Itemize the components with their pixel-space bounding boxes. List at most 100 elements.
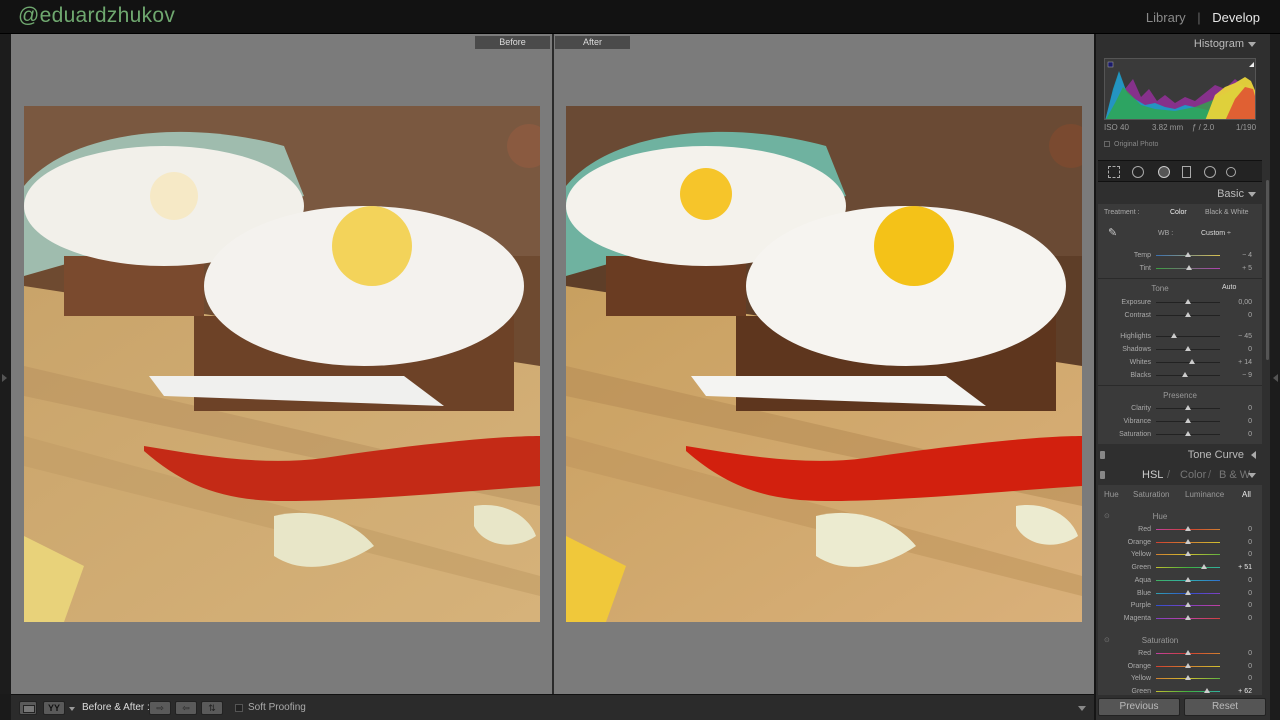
basic-header[interactable]: Basic bbox=[1096, 184, 1262, 204]
slider-value[interactable]: + 5 bbox=[1222, 265, 1252, 272]
slider-track[interactable] bbox=[1156, 362, 1220, 363]
right-panel-collapse[interactable] bbox=[1270, 34, 1280, 720]
before-after-mode-button[interactable]: YY bbox=[43, 701, 65, 715]
saturation-red-slider[interactable]: Red 0 bbox=[1098, 647, 1262, 660]
loupe-view-button[interactable] bbox=[19, 701, 37, 715]
slider-thumb[interactable] bbox=[1185, 418, 1191, 423]
slider-track[interactable] bbox=[1156, 567, 1220, 569]
hue-blue-slider[interactable]: Blue 0 bbox=[1098, 587, 1262, 600]
shadows-slider[interactable]: Shadows 0 bbox=[1098, 343, 1262, 356]
slider-value[interactable]: 0 bbox=[1222, 431, 1252, 438]
chevron-down-icon[interactable] bbox=[69, 707, 75, 711]
after-photo[interactable] bbox=[566, 106, 1082, 622]
temp-slider[interactable]: Temp − 4 bbox=[1098, 249, 1262, 262]
slider-thumb[interactable] bbox=[1185, 312, 1191, 317]
slider-value[interactable]: − 4 bbox=[1222, 252, 1252, 259]
auto-button[interactable]: Auto bbox=[1222, 284, 1236, 291]
color-tab[interactable]: Color bbox=[1180, 469, 1206, 481]
highlights-slider[interactable]: Highlights − 45 bbox=[1098, 330, 1262, 343]
slider-thumb[interactable] bbox=[1185, 252, 1191, 257]
slider-value[interactable]: + 14 bbox=[1222, 359, 1252, 366]
histogram[interactable] bbox=[1104, 58, 1256, 120]
spot-removal-icon[interactable] bbox=[1132, 166, 1144, 178]
slider-thumb[interactable] bbox=[1185, 614, 1191, 620]
slider-thumb[interactable] bbox=[1185, 405, 1191, 410]
graduated-filter-icon[interactable] bbox=[1182, 166, 1191, 178]
hue-aqua-slider[interactable]: Aqua 0 bbox=[1098, 574, 1262, 587]
contrast-slider[interactable]: Contrast 0 bbox=[1098, 309, 1262, 322]
slider-track[interactable] bbox=[1156, 691, 1220, 693]
hsl-tab-luminance[interactable]: Luminance bbox=[1185, 490, 1224, 499]
toolbar-menu-icon[interactable] bbox=[1078, 706, 1086, 711]
hsl-tab[interactable]: HSL bbox=[1142, 469, 1163, 481]
radial-filter-icon[interactable] bbox=[1204, 166, 1216, 178]
clarity-slider[interactable]: Clarity 0 bbox=[1098, 402, 1262, 415]
slider-thumb[interactable] bbox=[1185, 538, 1191, 544]
hsl-tab-hue[interactable]: Hue bbox=[1104, 490, 1119, 499]
slider-value[interactable]: 0 bbox=[1222, 577, 1252, 584]
swap-before-after-button[interactable]: ⇅ bbox=[201, 701, 223, 715]
before-photo[interactable] bbox=[24, 106, 540, 622]
eyedropper-icon[interactable]: ✎ bbox=[1108, 226, 1117, 239]
slider-value[interactable]: 0 bbox=[1222, 346, 1252, 353]
slider-track[interactable] bbox=[1156, 336, 1220, 337]
slider-value[interactable]: 0 bbox=[1222, 405, 1252, 412]
slider-value[interactable]: − 9 bbox=[1222, 372, 1252, 379]
module-develop[interactable]: Develop bbox=[1212, 10, 1260, 25]
slider-value[interactable]: 0 bbox=[1222, 650, 1252, 657]
slider-thumb[interactable] bbox=[1185, 602, 1191, 608]
copy-after-to-before-button[interactable]: ⇦ bbox=[175, 701, 197, 715]
slider-value[interactable]: − 45 bbox=[1222, 333, 1252, 340]
original-photo-checkbox[interactable] bbox=[1104, 141, 1110, 148]
hue-yellow-slider[interactable]: Yellow 0 bbox=[1098, 548, 1262, 561]
treatment-color[interactable]: Color bbox=[1170, 209, 1187, 216]
treatment-black-white[interactable]: Black & White bbox=[1205, 209, 1249, 216]
tone-curve-header[interactable]: Tone Curve bbox=[1096, 445, 1262, 465]
slider-thumb[interactable] bbox=[1185, 551, 1191, 557]
slider-thumb[interactable] bbox=[1182, 372, 1189, 377]
reset-button[interactable]: Reset bbox=[1184, 698, 1266, 716]
slider-value[interactable]: 0 bbox=[1222, 602, 1252, 609]
slider-thumb[interactable] bbox=[1185, 526, 1191, 531]
saturation-yellow-slider[interactable]: Yellow 0 bbox=[1098, 672, 1262, 685]
slider-value[interactable]: 0,00 bbox=[1222, 299, 1252, 306]
slider-value[interactable]: 0 bbox=[1222, 590, 1252, 597]
slider-value[interactable]: 0 bbox=[1222, 675, 1252, 682]
slider-thumb[interactable] bbox=[1204, 688, 1211, 694]
red-eye-icon[interactable] bbox=[1158, 166, 1170, 178]
hue-green-slider[interactable]: Green + 51 bbox=[1098, 561, 1262, 574]
hue-magenta-slider[interactable]: Magenta 0 bbox=[1098, 612, 1262, 625]
panel-switch-icon[interactable] bbox=[1100, 471, 1105, 479]
slider-thumb[interactable] bbox=[1185, 589, 1191, 595]
slider-thumb[interactable] bbox=[1185, 662, 1191, 668]
wb-select[interactable]: Custom ÷ bbox=[1201, 230, 1231, 237]
panel-switch-icon[interactable] bbox=[1100, 451, 1105, 459]
slider-thumb[interactable] bbox=[1185, 650, 1191, 655]
hsl-tab-saturation[interactable]: Saturation bbox=[1133, 490, 1169, 499]
tint-slider[interactable]: Tint + 5 bbox=[1098, 262, 1262, 275]
slider-value[interactable]: 0 bbox=[1222, 615, 1252, 622]
slider-value[interactable]: 0 bbox=[1222, 663, 1252, 670]
slider-thumb[interactable] bbox=[1185, 431, 1191, 436]
hue-red-slider[interactable]: Red 0 bbox=[1098, 523, 1262, 536]
slider-value[interactable]: + 62 bbox=[1222, 688, 1252, 695]
copy-before-to-after-button[interactable]: ⇨ bbox=[149, 701, 171, 715]
bw-tab[interactable]: B & W bbox=[1219, 469, 1250, 481]
slider-value[interactable]: 0 bbox=[1222, 551, 1252, 558]
slider-value[interactable]: 0 bbox=[1222, 312, 1252, 319]
slider-thumb[interactable] bbox=[1170, 333, 1177, 338]
saturation-orange-slider[interactable]: Orange 0 bbox=[1098, 660, 1262, 673]
saturation-slider[interactable]: Saturation 0 bbox=[1098, 428, 1262, 441]
soft-proofing-checkbox[interactable] bbox=[235, 704, 243, 712]
slider-thumb[interactable] bbox=[1185, 346, 1191, 351]
slider-thumb[interactable] bbox=[1185, 299, 1191, 304]
hue-purple-slider[interactable]: Purple 0 bbox=[1098, 599, 1262, 612]
panel-scrollbar[interactable] bbox=[1266, 180, 1269, 360]
original-photo-toggle[interactable]: Original Photo bbox=[1104, 141, 1158, 148]
slider-value[interactable]: + 51 bbox=[1222, 564, 1252, 571]
module-library[interactable]: Library bbox=[1146, 10, 1186, 25]
slider-thumb[interactable] bbox=[1201, 564, 1207, 570]
crop-tool-icon[interactable] bbox=[1108, 166, 1120, 178]
left-panel-collapse[interactable] bbox=[0, 34, 11, 694]
hsl-header[interactable]: HSL / Color / B & W bbox=[1096, 465, 1262, 485]
